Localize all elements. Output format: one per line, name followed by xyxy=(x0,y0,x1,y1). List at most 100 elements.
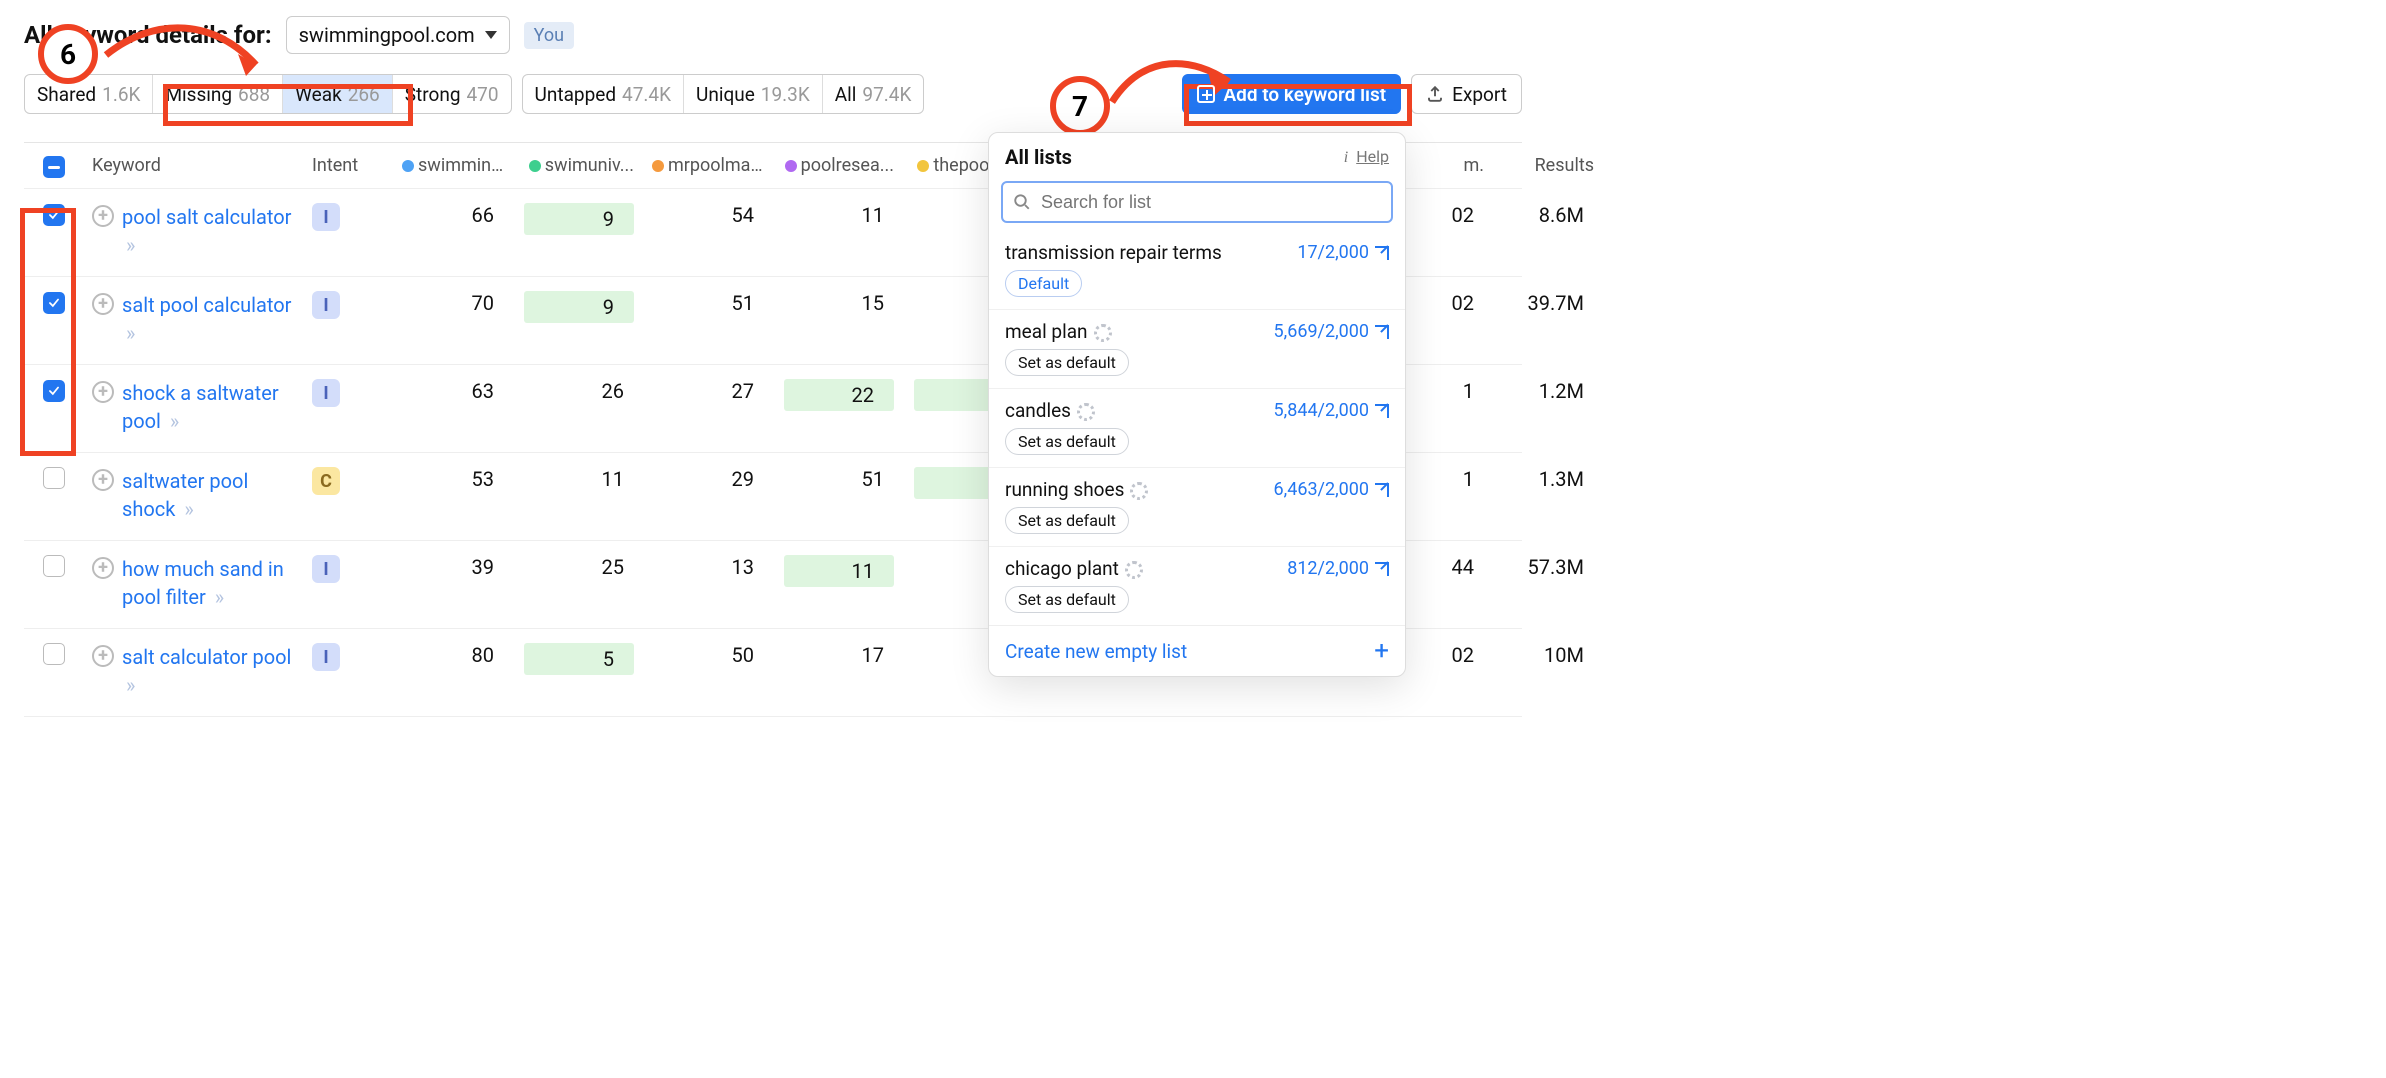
set-default-button[interactable]: Set as default xyxy=(1005,349,1129,376)
rank-cell: 9 xyxy=(524,291,634,323)
popover-search-input[interactable] xyxy=(1039,191,1381,214)
set-default-button[interactable]: Set as default xyxy=(1005,586,1129,613)
you-badge: You xyxy=(524,22,574,49)
list-name: transmission repair terms xyxy=(1005,241,1222,264)
tab-strong[interactable]: Strong470 xyxy=(392,75,511,113)
keyword-link[interactable]: salt calculator pool » xyxy=(122,643,296,699)
list-count[interactable]: 5,669/2,000 xyxy=(1274,321,1389,342)
keyword-list-item[interactable]: running shoes 6,463/2,000 Set as default xyxy=(989,467,1405,546)
keyword-link[interactable]: saltwater pool shock » xyxy=(122,467,296,523)
tab-all[interactable]: All97.4K xyxy=(822,75,924,113)
tab-untapped[interactable]: Untapped47.4K xyxy=(523,75,683,113)
rank-cell: 29 xyxy=(644,467,774,491)
m-cell: 02 xyxy=(1434,203,1494,227)
expand-icon[interactable]: + xyxy=(92,205,114,227)
expand-icon[interactable]: + xyxy=(92,469,114,491)
keyword-list-item[interactable]: transmission repair terms 17/2,000 Defau… xyxy=(989,231,1405,309)
select-all-checkbox[interactable] xyxy=(43,156,65,178)
list-count[interactable]: 6,463/2,000 xyxy=(1274,479,1389,500)
keyword-link[interactable]: salt pool calculator » xyxy=(122,291,296,347)
list-name: chicago plant xyxy=(1005,557,1143,580)
add-to-keyword-list-button[interactable]: Add to keyword list xyxy=(1182,74,1401,114)
rank-cell: 9 xyxy=(524,203,634,235)
loop-icon xyxy=(1130,482,1148,500)
dot-icon xyxy=(402,160,414,172)
keyword-link[interactable]: pool salt calculator » xyxy=(122,203,296,259)
keyword-list-item[interactable]: meal plan 5,669/2,000 Set as default xyxy=(989,309,1405,388)
rank-cell: 11 xyxy=(774,203,904,227)
rank-cell: 22 xyxy=(784,379,894,411)
rank-cell: 27 xyxy=(644,379,774,403)
row-checkbox[interactable] xyxy=(43,643,65,665)
intent-badge: C xyxy=(312,467,340,495)
results-cell: 1.2M xyxy=(1494,379,1604,403)
filter-tabs-group-2: Untapped47.4K Unique19.3K All97.4K xyxy=(522,74,925,114)
set-default-button[interactable]: Set as default xyxy=(1005,507,1129,534)
keyword-link[interactable]: how much sand in pool filter » xyxy=(122,555,296,611)
list-count[interactable]: 812/2,000 xyxy=(1287,558,1389,579)
row-checkbox[interactable] xyxy=(43,380,65,402)
tab-weak[interactable]: Weak266 xyxy=(282,75,392,113)
annotation-step-7: 7 xyxy=(1050,76,1110,136)
intent-badge: I xyxy=(312,643,340,671)
rank-cell: 51 xyxy=(774,467,904,491)
list-name: running shoes xyxy=(1005,478,1148,501)
chevron-icon: » xyxy=(184,497,193,521)
col-intent[interactable]: Intent xyxy=(304,155,394,176)
create-new-list[interactable]: Create new empty list + xyxy=(989,625,1405,676)
loop-icon xyxy=(1094,324,1112,342)
expand-icon[interactable]: + xyxy=(92,557,114,579)
list-name: meal plan xyxy=(1005,320,1112,343)
set-default-button[interactable]: Set as default xyxy=(1005,428,1129,455)
rank-cell: 25 xyxy=(514,555,644,579)
row-checkbox[interactable] xyxy=(43,467,65,489)
keyword-list-item[interactable]: chicago plant 812/2,000 Set as default xyxy=(989,546,1405,625)
rank-cell: 15 xyxy=(774,291,904,315)
col-comp3[interactable]: mrpoolma... xyxy=(644,155,774,176)
col-comp1[interactable]: swimming... xyxy=(394,155,514,176)
expand-icon[interactable]: + xyxy=(92,645,114,667)
row-checkbox[interactable] xyxy=(43,292,65,314)
keyword-link[interactable]: shock a saltwater pool » xyxy=(122,379,296,435)
rank-cell: 50 xyxy=(644,643,774,667)
m-cell: 44 xyxy=(1434,555,1494,579)
rank-cell: 5 xyxy=(524,643,634,675)
tab-shared[interactable]: Shared1.6K xyxy=(25,75,152,113)
tab-missing[interactable]: Missing688 xyxy=(152,75,282,113)
chevron-icon: » xyxy=(215,585,224,609)
tab-unique[interactable]: Unique19.3K xyxy=(683,75,822,113)
default-badge: Default xyxy=(1005,270,1082,297)
external-link-icon xyxy=(1375,404,1389,418)
expand-icon[interactable]: + xyxy=(92,293,114,315)
rank-cell: 17 xyxy=(774,643,904,667)
external-link-icon xyxy=(1375,246,1389,260)
keyword-list-item[interactable]: candles 5,844/2,000 Set as default xyxy=(989,388,1405,467)
rank-cell: 39 xyxy=(394,555,514,579)
expand-icon[interactable]: + xyxy=(92,381,114,403)
plus-icon: + xyxy=(1374,638,1389,664)
popover-help-link[interactable]: i Help xyxy=(1344,147,1389,167)
chevron-icon: » xyxy=(126,673,135,697)
loop-icon xyxy=(1077,403,1095,421)
list-name: candles xyxy=(1005,399,1095,422)
m-cell: 1 xyxy=(1434,467,1494,491)
col-keyword[interactable]: Keyword xyxy=(84,155,304,176)
loop-icon xyxy=(1125,561,1143,579)
rank-cell: 63 xyxy=(394,379,514,403)
keyword-list-popover: All lists i Help transmission repair ter… xyxy=(988,132,1406,677)
list-count[interactable]: 17/2,000 xyxy=(1297,242,1389,263)
col-m[interactable]: m. xyxy=(1434,155,1494,176)
rank-cell: 51 xyxy=(644,291,774,315)
col-comp4[interactable]: poolresea... xyxy=(774,155,904,176)
dot-icon xyxy=(652,160,664,172)
col-comp2[interactable]: swimuniv... xyxy=(514,155,644,176)
list-count[interactable]: 5,844/2,000 xyxy=(1274,400,1389,421)
chevron-icon: » xyxy=(170,409,179,433)
export-button[interactable]: Export xyxy=(1411,74,1522,114)
dot-icon xyxy=(529,160,541,172)
domain-select[interactable]: swimmingpool.com xyxy=(286,16,510,54)
row-checkbox[interactable] xyxy=(43,204,65,226)
popover-search[interactable] xyxy=(1001,181,1393,223)
col-results[interactable]: Results xyxy=(1494,155,1604,176)
row-checkbox[interactable] xyxy=(43,555,65,577)
